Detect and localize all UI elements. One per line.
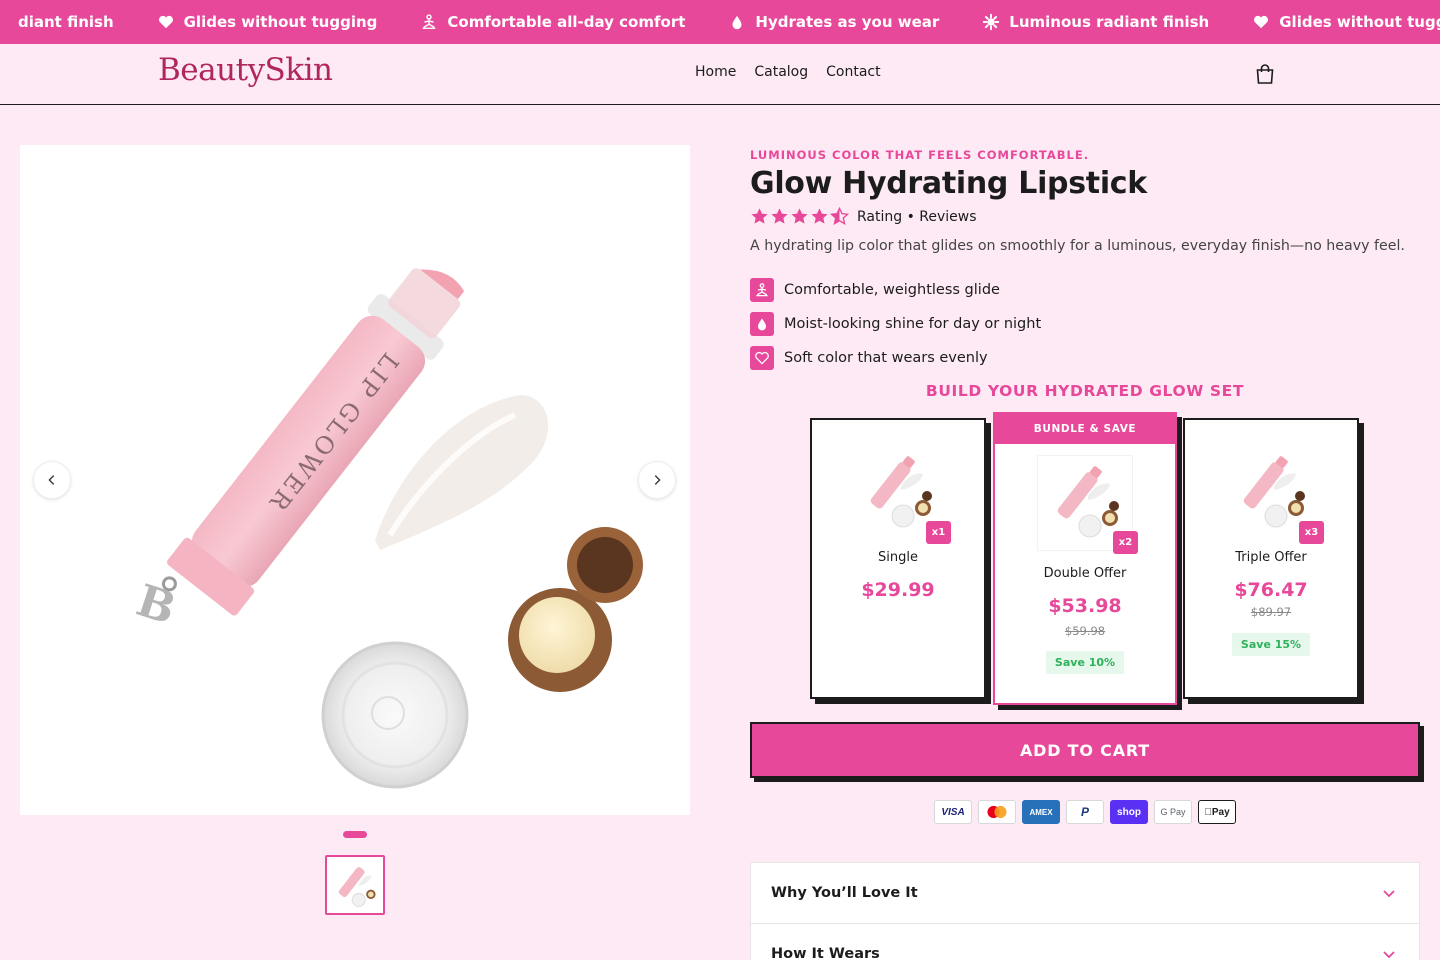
star-icon xyxy=(811,208,828,224)
benefit-item: Comfortable, weightless glide xyxy=(750,273,1041,307)
bundle-save-badge: BUNDLE & SAVE xyxy=(995,414,1175,444)
announcement-item: Glides without tugging xyxy=(156,12,378,32)
accordion-why-love[interactable]: Why You’ll Love It xyxy=(750,862,1420,924)
product-image: LIP GLOWER B xyxy=(130,268,643,789)
nav-catalog[interactable]: Catalog xyxy=(754,64,808,80)
accordion-how-wears[interactable]: How It Wears xyxy=(750,923,1420,960)
comfort-icon xyxy=(419,12,439,32)
offer-name: Single xyxy=(878,550,918,565)
chevron-down-icon xyxy=(1383,951,1395,959)
chevron-right-icon xyxy=(654,475,661,485)
offer-image: x2 xyxy=(1038,456,1138,554)
star-half-icon xyxy=(830,207,849,225)
chevron-down-icon xyxy=(1383,890,1395,898)
quantity-badge: x2 xyxy=(1113,531,1138,554)
offer-card-triple[interactable]: x3 Triple Offer $76.47 $89.97 Save 15% xyxy=(1183,418,1359,699)
visa-icon: VISA xyxy=(934,800,972,824)
heart-icon xyxy=(1251,12,1271,32)
quantity-badge: x1 xyxy=(926,521,951,544)
announcement-text: Hydrates as you wear xyxy=(755,13,940,31)
star-icon xyxy=(751,208,768,224)
offer-name: Double Offer xyxy=(1043,566,1127,581)
product-gallery: LIP GLOWER B xyxy=(20,145,690,815)
offer-price: $53.98 xyxy=(1048,595,1122,617)
gallery-next-button[interactable] xyxy=(638,461,676,499)
offer-card-single[interactable]: x1 Single $29.99 xyxy=(810,418,986,699)
announcement-text: Glides without tugging xyxy=(183,13,378,31)
offer-card-double[interactable]: BUNDLE & SAVE x2 Double Offer $53.98 $59… xyxy=(993,412,1177,705)
product-rating[interactable]: Rating • Reviews xyxy=(750,207,977,226)
paypal-icon: P xyxy=(1066,800,1104,824)
nav-home[interactable]: Home xyxy=(695,64,736,80)
bundle-heading: BUILD YOUR HYDRATED GLOW SET xyxy=(925,382,1245,400)
benefit-item: Soft color that wears evenly xyxy=(750,341,1041,375)
offer-compare-price: $59.98 xyxy=(1064,624,1106,638)
site-header: BeautySkin Home Catalog Contact xyxy=(0,44,1440,105)
benefit-text: Moist-looking shine for day or night xyxy=(784,316,1042,332)
main-nav: Home Catalog Contact xyxy=(695,64,881,80)
gallery-prev-button[interactable] xyxy=(33,461,71,499)
benefit-item: Moist-looking shine for day or night xyxy=(750,307,1041,341)
announcement-item: Glides without tugging xyxy=(1251,12,1440,32)
offer-image: x3 xyxy=(1224,446,1324,544)
droplet-icon xyxy=(750,312,774,336)
apple-pay-icon: Pay xyxy=(1198,800,1236,824)
announcement-text: diant finish xyxy=(18,13,114,31)
heart-icon xyxy=(750,346,774,370)
payment-methods: VISA AMEX P shop G Pay Pay xyxy=(934,800,1236,824)
gallery-thumbnail[interactable] xyxy=(325,855,385,915)
announcement-item: Hydrates as you wear xyxy=(727,12,939,32)
announcement-text: Glides without tugging xyxy=(1279,13,1440,31)
offer-save-badge: Save 15% xyxy=(1231,633,1311,656)
sparkle-icon xyxy=(981,12,1001,32)
brand-logo[interactable]: BeautySkin xyxy=(158,52,333,88)
rating-stars xyxy=(750,207,849,226)
quantity-badge: x3 xyxy=(1299,521,1324,544)
shop-pay-icon: shop xyxy=(1110,800,1148,824)
announcement-item: diant finish xyxy=(0,12,114,32)
sparkle-icon xyxy=(0,12,10,32)
offer-price: $76.47 xyxy=(1234,579,1308,601)
offer-name: Triple Offer xyxy=(1235,550,1307,565)
product-eyebrow: LUMINOUS COLOR THAT FEELS COMFORTABLE. xyxy=(750,148,1090,162)
offer-save-badge: Save 10% xyxy=(1045,651,1125,674)
mastercard-icon xyxy=(978,800,1016,824)
nav-contact[interactable]: Contact xyxy=(826,64,880,80)
star-icon xyxy=(771,208,788,224)
chevron-left-icon xyxy=(48,475,55,485)
rating-text: Rating • Reviews xyxy=(857,208,977,225)
amex-icon: AMEX xyxy=(1022,800,1060,824)
product-description: A hydrating lip color that glides on smo… xyxy=(750,238,1405,254)
gallery-pagination-dot[interactable] xyxy=(343,831,367,838)
announcement-text: Luminous radiant finish xyxy=(1009,13,1210,31)
svg-text:B: B xyxy=(130,575,181,635)
benefit-list: Comfortable, weightless glide Moist-look… xyxy=(750,273,1041,375)
announcement-item: Comfortable all-day comfort xyxy=(419,12,685,32)
announcement-item: Luminous radiant finish xyxy=(981,12,1209,32)
add-to-cart-button[interactable]: ADD TO CART xyxy=(750,722,1420,778)
offer-image: x1 xyxy=(851,446,951,544)
benefit-text: Comfortable, weightless glide xyxy=(784,282,1000,298)
benefit-text: Soft color that wears evenly xyxy=(784,350,988,366)
comfort-icon xyxy=(750,278,774,302)
droplet-icon xyxy=(727,12,747,32)
product-title: Glow Hydrating Lipstick xyxy=(750,166,1147,201)
cart-icon[interactable] xyxy=(1254,63,1276,85)
heart-icon xyxy=(156,12,176,32)
offer-compare-price: $89.97 xyxy=(1250,605,1292,619)
offer-price: $29.99 xyxy=(861,579,935,601)
accordion-title: Why You’ll Love It xyxy=(771,885,918,901)
announcement-text: Comfortable all-day comfort xyxy=(447,13,686,31)
google-pay-icon: G Pay xyxy=(1154,800,1192,824)
star-icon xyxy=(791,208,808,224)
accordion-title: How It Wears xyxy=(771,946,880,960)
announcement-bar: diant finish Glides without tugging Comf… xyxy=(0,0,1440,44)
